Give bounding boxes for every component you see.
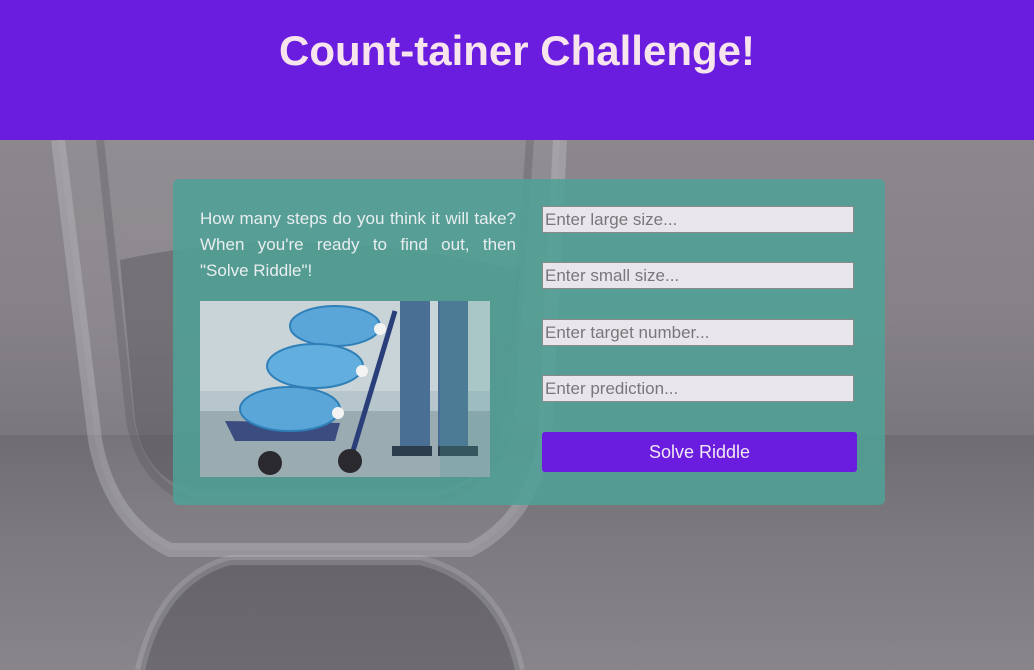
large-size-input[interactable] bbox=[542, 206, 854, 233]
prediction-input[interactable] bbox=[542, 375, 854, 402]
riddle-instructions: How many steps do you think it will take… bbox=[200, 209, 516, 280]
riddle-card: How many steps do you think it will take… bbox=[173, 179, 885, 505]
water-jugs-illustration bbox=[200, 301, 490, 477]
solve-riddle-button[interactable]: Solve Riddle bbox=[542, 432, 857, 472]
small-size-input[interactable] bbox=[542, 262, 854, 289]
page-header: Count-tainer Challenge! bbox=[0, 0, 1034, 140]
water-jugs-photo bbox=[200, 301, 490, 477]
page-title: Count-tainer Challenge! bbox=[278, 27, 755, 74]
page: Count-tainer Challenge! How many steps d… bbox=[0, 0, 1034, 670]
target-number-input[interactable] bbox=[542, 319, 854, 346]
